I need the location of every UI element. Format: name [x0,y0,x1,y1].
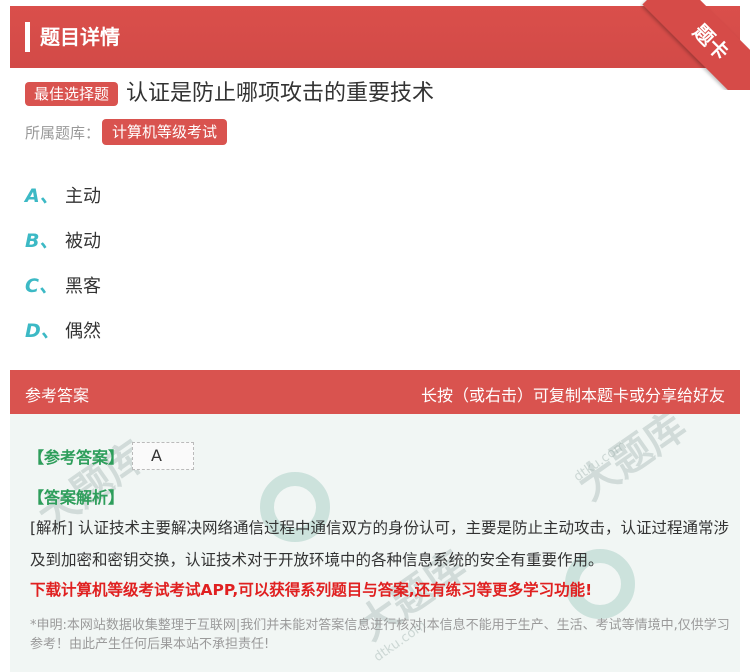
analysis-label: 【答案解析】 [28,488,125,507]
option-d[interactable]: D、 偶然 [25,307,725,352]
option-letter: D、 [25,320,60,342]
source-label: 所属题库： [25,123,101,142]
reference-answer: 【参考答案】 A [28,442,195,470]
option-text: 被动 [65,230,101,252]
question-line: 最佳选择题 认证是防止哪项攻击的重要技术 [25,78,434,110]
option-letter: C、 [25,275,58,297]
option-text: 黑客 [65,275,101,297]
source-tag[interactable]: 计算机等级考试 [102,119,228,145]
option-text: 主动 [65,185,101,207]
page-header: 题目详情 [10,6,740,68]
ribbon-label: 题卡 [642,0,750,90]
option-b[interactable]: B、 被动 [25,217,725,262]
question-text: 认证是防止哪项攻击的重要技术 [126,81,435,106]
analysis-text: [解析] 认证技术主要解决网络通信过程中通信双方的身份认可，主要是防止主动攻击，… [30,519,730,569]
answer-panel: 大题库 大题库 大题库 dtku.com dtku.com 【参考答案】 A 【… [10,414,740,672]
disclaimer-text: *申明:本网站数据收集整理于互联网|我们并未能对答案信息进行核对|本信息不能用于… [30,618,730,652]
answer-header: 参考答案 长按（或右击）可复制本题卡或分享给好友 [10,370,740,414]
header-accent-bar [25,22,30,52]
question-type-tag: 最佳选择题 [25,82,119,106]
source-line: 所属题库： 计算机等级考试 [25,118,228,146]
answer-header-label: 参考答案 [25,386,90,405]
options-list: A、 主动 B、 被动 C、 黑客 D、 偶然 [25,172,725,352]
page-title: 题目详情 [40,25,120,49]
app-promo-text[interactable]: 下载计算机等级考试考试APP,可以获得系列题目与答案,还有练习等更多学习功能! [30,578,592,600]
reference-answer-value: A [132,442,195,470]
option-letter: B、 [25,230,59,252]
option-a[interactable]: A、 主动 [25,172,725,217]
option-c[interactable]: C、 黑客 [25,262,725,307]
share-hint: 长按（或右击）可复制本题卡或分享给好友 [420,386,725,405]
corner-ribbon: 题卡 [640,0,750,90]
option-text: 偶然 [65,320,101,342]
reference-answer-label: 【参考答案】 [28,448,125,467]
option-letter: A、 [25,185,59,207]
